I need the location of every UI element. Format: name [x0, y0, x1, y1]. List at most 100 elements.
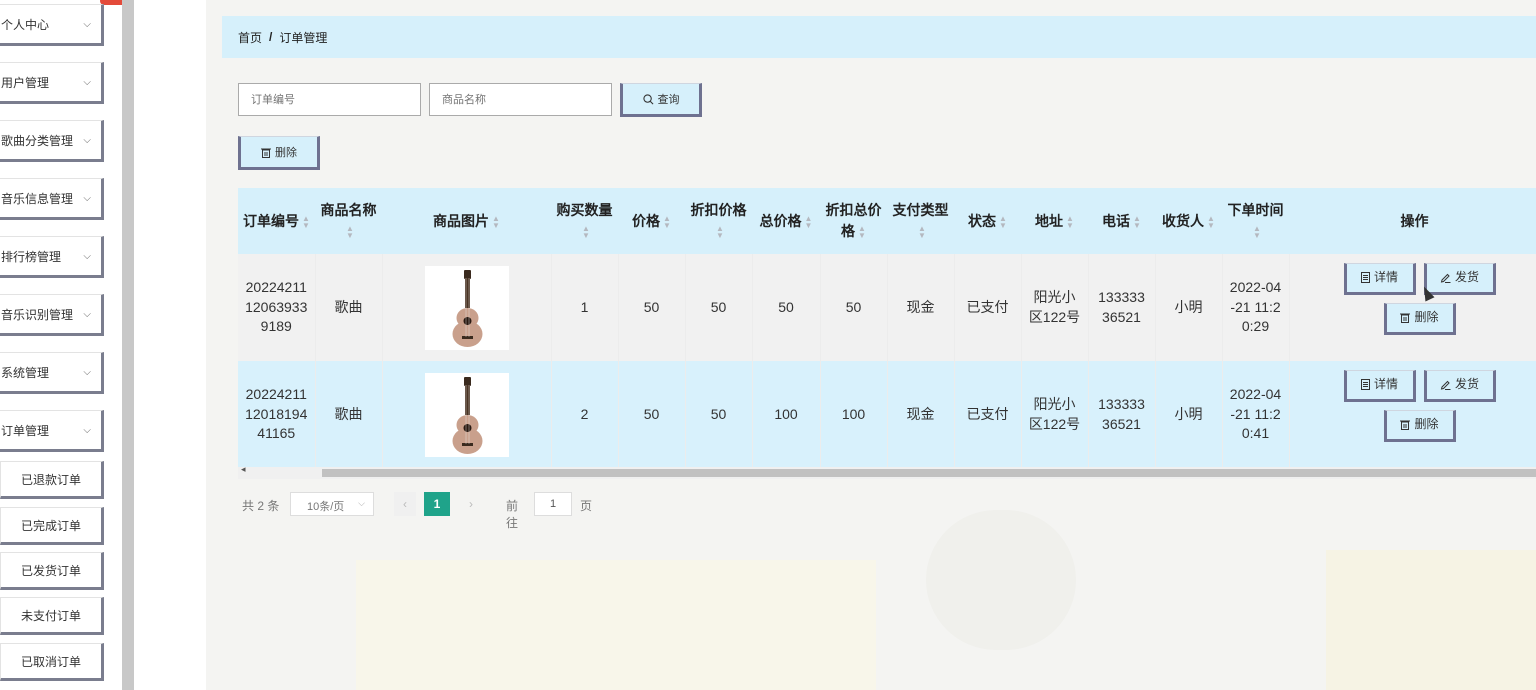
sidebar-item-music-info[interactable]: 音乐信息管理 ⌵: [0, 178, 104, 220]
product-image[interactable]: [424, 372, 509, 457]
sidebar-item-music-recognition[interactable]: 音乐识别管理 ⌵: [0, 294, 104, 336]
cell-status: 已支付: [954, 361, 1022, 468]
sort-icon[interactable]: ▲ ▼: [999, 214, 1007, 229]
sort-icon[interactable]: ▲ ▼: [918, 225, 926, 240]
document-icon: [1360, 379, 1370, 390]
batch-delete-button[interactable]: 删除: [238, 136, 320, 170]
sidebar-subitem-unpaid[interactable]: 未支付订单: [0, 597, 104, 635]
sort-icon[interactable]: ▲ ▼: [346, 225, 354, 240]
header-label: 商品图片: [433, 212, 490, 229]
col-header-product-image[interactable]: 商品图片 ▲ ▼: [382, 188, 551, 254]
prev-page-button[interactable]: ‹: [394, 492, 416, 516]
col-header-price[interactable]: 价格 ▲ ▼: [618, 188, 685, 254]
detail-button[interactable]: 详情: [1343, 369, 1416, 402]
cell-price: 50: [618, 361, 686, 468]
chevron-down-icon: ⌵: [83, 251, 91, 262]
product-image[interactable]: [424, 265, 509, 350]
guitar-icon: [452, 269, 482, 347]
sidebar-item-order-management[interactable]: 订单管理 ⌵: [0, 410, 104, 452]
sidebar-subitem-completed[interactable]: 已完成订单: [0, 507, 104, 545]
main-content: 首页 / 订单管理 查询 删除 订单编号▲▼ 商品名称▲▼ 商品图片▲▼ 购买数…: [206, 0, 1536, 690]
cell-address: 阳光小区122号: [1021, 254, 1089, 361]
breadcrumb-separator: /: [269, 30, 273, 44]
row-delete-button[interactable]: 删除: [1383, 409, 1456, 442]
sort-icon[interactable]: ▲ ▼: [1133, 214, 1141, 229]
chevron-down-icon: ⌵: [83, 193, 91, 204]
trash-icon: [1400, 420, 1411, 430]
page-size-select[interactable]: 10条/页 ⌵: [290, 492, 374, 516]
ship-button[interactable]: 发货: [1423, 369, 1496, 402]
col-header-order-time[interactable]: 下单时间 ▲ ▼: [1222, 188, 1289, 254]
page-size-value: 10条/页: [307, 501, 345, 513]
header-label: 商品名称: [320, 202, 377, 218]
header-label: 订单编号: [243, 212, 300, 229]
sidebar-subitem-refunded[interactable]: 已退款订单: [0, 461, 104, 499]
cell-product-image: [382, 254, 552, 361]
cell-discount-total: 100: [820, 361, 888, 468]
page-number-current[interactable]: 1: [424, 492, 450, 516]
next-page-button[interactable]: ›: [460, 492, 482, 516]
col-header-payment-type[interactable]: 支付类型 ▲ ▼: [887, 188, 954, 254]
background-decor: [926, 510, 1076, 650]
col-header-status[interactable]: 状态 ▲ ▼: [954, 188, 1021, 254]
breadcrumb-current: 订单管理: [279, 30, 328, 45]
sort-icon[interactable]: ▲ ▼: [1066, 214, 1074, 229]
col-header-phone[interactable]: 电话 ▲ ▼: [1088, 188, 1155, 254]
detail-button[interactable]: 详情: [1343, 262, 1416, 295]
delete-button-label: 删除: [275, 147, 297, 159]
table-horizontal-scrollbar[interactable]: ◂: [238, 464, 1536, 479]
sidebar-item-song-category[interactable]: 歌曲分类管理 ⌵: [0, 120, 104, 162]
edit-icon: [1440, 273, 1451, 283]
cell-actions: 详情 发货 删除: [1289, 361, 1536, 468]
page-suffix: 页: [580, 499, 593, 513]
sidebar-item-personal-center[interactable]: 个人中心 ⌵: [0, 4, 104, 46]
query-button-label: 查询: [657, 94, 680, 106]
sidebar-scrollbar[interactable]: [122, 0, 134, 690]
cell-price: 50: [618, 254, 686, 361]
scroll-left-arrow-icon[interactable]: ◂: [241, 464, 246, 475]
sort-icon[interactable]: ▲ ▼: [582, 225, 590, 240]
breadcrumb: 首页 / 订单管理: [222, 16, 1536, 58]
sidebar-item-label: 用户管理: [1, 75, 50, 90]
row-delete-button[interactable]: 删除: [1383, 302, 1456, 335]
sidebar-item-user-management[interactable]: 用户管理 ⌵: [0, 62, 104, 104]
cell-order-no: 202242111201819441165: [238, 361, 316, 468]
sidebar-subitem-label: 未支付订单: [20, 608, 81, 623]
col-header-quantity[interactable]: 购买数量 ▲ ▼: [551, 188, 618, 254]
scrollbar-thumb[interactable]: [322, 469, 1536, 477]
sort-icon[interactable]: ▲ ▼: [805, 214, 813, 229]
sort-icon[interactable]: ▲ ▼: [1253, 225, 1261, 240]
sort-icon[interactable]: ▲ ▼: [492, 214, 500, 229]
breadcrumb-home[interactable]: 首页: [238, 29, 262, 46]
sidebar-item-system[interactable]: 系统管理 ⌵: [0, 352, 104, 394]
cell-payment-type: 现金: [887, 361, 955, 468]
pagination-total: 共 2 条: [242, 499, 280, 513]
sort-icon[interactable]: ▲ ▼: [716, 225, 724, 240]
order-no-input[interactable]: [238, 83, 421, 116]
sort-icon[interactable]: ▲ ▼: [663, 214, 671, 229]
sidebar-item-label: 系统管理: [1, 365, 50, 380]
sidebar-item-ranking[interactable]: 排行榜管理 ⌵: [0, 236, 104, 278]
cell-payment-type: 现金: [887, 254, 955, 361]
ship-button[interactable]: 发货: [1423, 262, 1496, 295]
col-header-order-no[interactable]: 订单编号 ▲ ▼: [238, 188, 315, 254]
guitar-icon: [452, 376, 482, 454]
header-label: 支付类型: [892, 202, 949, 218]
product-name-input[interactable]: [429, 83, 612, 116]
cell-address: 阳光小区122号: [1021, 361, 1089, 468]
cell-phone: 13333336521: [1088, 361, 1156, 468]
col-header-address[interactable]: 地址 ▲ ▼: [1021, 188, 1088, 254]
sort-icon[interactable]: ▲ ▼: [1207, 214, 1215, 229]
col-header-product-name[interactable]: 商品名称 ▲ ▼: [315, 188, 382, 254]
trash-icon: [1400, 313, 1411, 323]
sort-icon[interactable]: ▲ ▼: [302, 214, 310, 229]
sidebar-subitem-cancelled[interactable]: 已取消订单: [0, 643, 104, 681]
query-button[interactable]: 查询: [620, 83, 702, 117]
col-header-total-price[interactable]: 总价格 ▲ ▼: [752, 188, 820, 254]
col-header-discount-price[interactable]: 折扣价格 ▲ ▼: [685, 188, 752, 254]
goto-page-input[interactable]: 1: [534, 492, 572, 516]
sidebar-subitem-shipped[interactable]: 已发货订单: [0, 552, 104, 590]
col-header-discount-total[interactable]: 折扣总价格 ▲ ▼: [820, 188, 887, 254]
sort-icon[interactable]: ▲ ▼: [858, 225, 866, 240]
col-header-receiver[interactable]: 收货人 ▲ ▼: [1155, 188, 1222, 254]
